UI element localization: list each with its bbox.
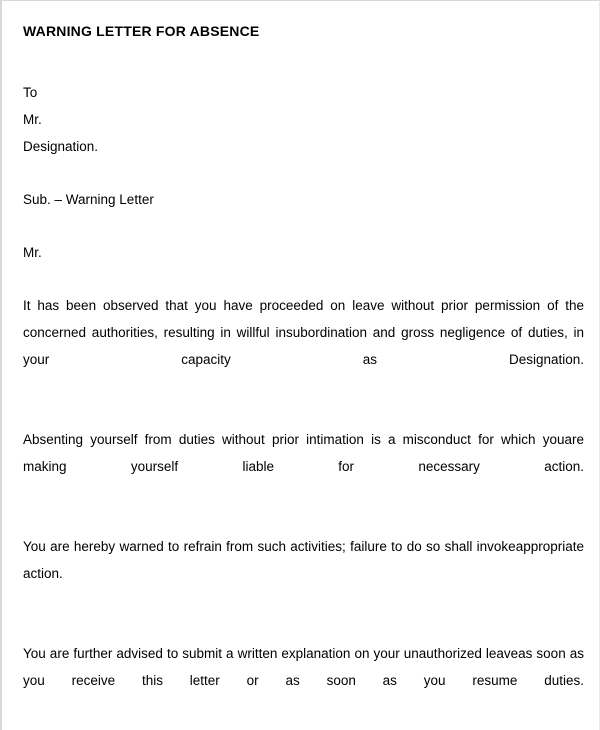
recipient-designation: Designation. xyxy=(23,139,99,154)
spacer-para-2-3 xyxy=(23,507,581,533)
spacer-para-4-5 xyxy=(23,721,581,730)
body-paragraph-2: Absenting yourself from duties without p… xyxy=(23,432,584,474)
page-title: WARNING LETTER FOR ABSENCE xyxy=(23,23,260,39)
letter-content: WARNING LETTER FOR ABSENCE To Mr. Design… xyxy=(2,1,599,730)
recipient-to-label: To xyxy=(23,85,38,100)
letter-page: WARNING LETTER FOR ABSENCE To Mr. Design… xyxy=(0,0,600,730)
body-paragraph-4: You are further advised to submit a writ… xyxy=(23,646,584,688)
spacer-before-body xyxy=(23,266,581,292)
body-paragraph-1: It has been observed that you have proce… xyxy=(23,298,584,367)
spacer-para-1-2 xyxy=(23,400,581,426)
spacer-after-title xyxy=(23,41,581,79)
subject-line: Sub. – Warning Letter xyxy=(23,192,154,207)
spacer-before-subject xyxy=(23,160,581,186)
spacer-para-3-4 xyxy=(23,614,581,640)
recipient-salutation: Mr. xyxy=(23,112,42,127)
spacer-before-greeting xyxy=(23,213,581,239)
body-paragraph-3: You are hereby warned to refrain from su… xyxy=(23,539,584,581)
greeting-line: Mr. xyxy=(23,245,42,260)
